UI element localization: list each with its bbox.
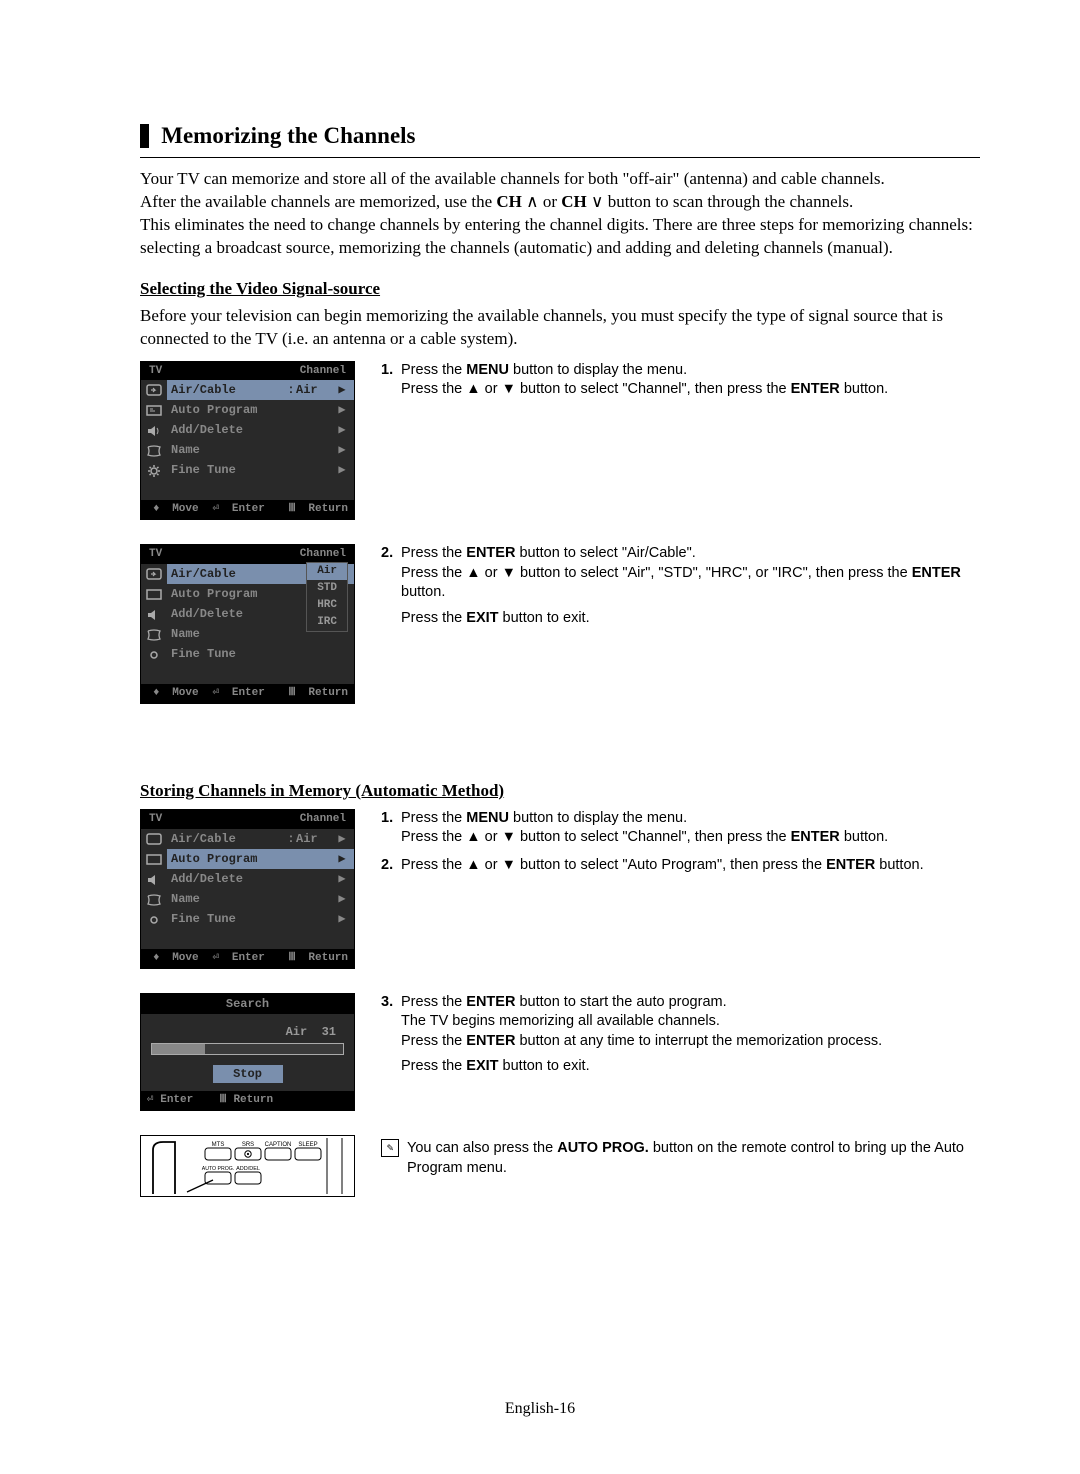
section1-intro: Before your television can begin memoriz… [140,305,980,351]
osd-search-channel: 31 [322,1025,336,1039]
up-arrow-icon: ▲ [466,381,480,397]
osd-item-aircable: Air/Cable:Air▶ [167,380,354,400]
sound-icon [145,608,163,622]
heading-bar-icon [140,124,149,148]
picture-icon [145,588,163,602]
channel-icon [145,893,163,907]
up-arrow-icon: ▲ [466,829,480,845]
intro-line-2b: button to scan through the channels. [603,192,853,211]
osd-item-aircable: Air/Cable:Air▶ [167,829,354,849]
setup-icon [145,913,163,927]
input-icon [145,568,163,582]
intro-ch-1: CH [496,192,522,211]
intro-line-4: selecting a broadcast source, memorizing… [140,238,893,257]
osd-footer-3: ♦ Move⏎ EnterⅢ Return [141,949,354,968]
osd-aircable-popup: Air STD HRC IRC [306,562,348,631]
remote-label-adddel: ADD/DEL [236,1166,260,1172]
intro-or: or [539,192,562,211]
step-number: 1. [381,361,401,400]
osd-tv-label: TV [149,364,162,379]
remote-label-autoprog: AUTO PROG. [202,1166,234,1172]
input-icon [145,833,163,847]
subheading-signal-source: Selecting the Video Signal-source [140,278,980,301]
osd-item-name: Name▶ [167,889,354,909]
intro-line-1: Your TV can memorize and store all of th… [140,169,885,188]
channel-icon [145,628,163,642]
osd-item-finetune: Fine Tune▶ [167,460,354,480]
sound-icon [145,424,163,438]
channel-icon [145,444,163,458]
osd-channel-menu-3: TVChannel Air/Cable:Air▶ Auto Program▶ A… [140,809,355,969]
osd-item-name: Name▶ [167,440,354,460]
remote-control-illustration: MTS SRS CAPTION SLEEP AUTO PROG. ADD/DEL [140,1135,355,1197]
ch-down-icon: ∨ [591,192,603,211]
up-arrow-icon: ▲ [466,857,480,873]
osd-footer-1: ♦ Move⏎ EnterⅢ Return [141,500,354,519]
osd-item-autoprogram: Auto Program▶ [167,849,354,869]
section2-step2: 2. Press the ▲ or ▼ button to select "Au… [381,856,980,876]
osd-channel-label: Channel [300,364,346,379]
osd-search-footer: ⏎ EnterⅢ Return [141,1091,354,1110]
down-arrow-icon: ▼ [502,565,516,581]
intro-paragraph: Your TV can memorize and store all of th… [140,168,980,260]
down-arrow-icon: ▼ [502,857,516,873]
osd-channel-menu-2: TVChannel Air/Cable: Auto Program Add/De… [140,544,355,704]
remote-label-caption: CAPTION [265,1142,292,1148]
section2-step1: 1. Press the MENU button to display the … [381,809,980,848]
input-icon [145,384,163,398]
note-icon: ✎ [381,1139,399,1157]
remote-label-sleep: SLEEP [298,1142,317,1148]
page-number: English-16 [0,1398,1080,1420]
osd-item-finetune: Fine Tune▶ [167,909,354,929]
osd-search-title: Search [141,994,354,1014]
step-number: 1. [381,809,401,848]
section2-step3: 3. Press the ENTER button to start the a… [381,993,980,1077]
popup-option-std: STD [307,580,347,597]
ch-up-icon: ∧ [526,192,538,211]
popup-option-hrc: HRC [307,597,347,614]
section1-step1: 1. Press the MENU button to display the … [381,361,980,400]
osd-stop-button: Stop [213,1065,283,1083]
popup-option-irc: IRC [307,614,347,631]
intro-line-3: This eliminates the need to change chann… [140,215,973,234]
remote-label-srs: SRS [242,1142,254,1148]
osd-search-panel: Search Air 31 Stop ⏎ EnterⅢ Return [140,993,355,1111]
down-arrow-icon: ▼ [502,829,516,845]
osd-channel-menu-1: TV Channel Air/Cable:Air▶ Auto Program▶ A… [140,361,355,521]
section1-step2: 2. Press the ENTER button to select "Air… [381,544,980,628]
setup-icon [145,464,163,478]
popup-option-air: Air [307,563,347,580]
picture-icon [145,853,163,867]
picture-icon [145,404,163,418]
osd-item-adddelete: Add/Delete▶ [167,420,354,440]
osd-item-autoprogram: Auto Program▶ [167,400,354,420]
osd-search-source: Air [286,1025,308,1039]
up-arrow-icon: ▲ [466,565,480,581]
step-number: 2. [381,544,401,628]
intro-line-2a: After the available channels are memoriz… [140,192,496,211]
step-number: 3. [381,993,401,1077]
osd-item-blank [167,480,354,500]
osd-item-finetune: Fine Tune [167,644,354,664]
intro-ch-2: CH [561,192,587,211]
down-arrow-icon: ▼ [502,381,516,397]
sound-icon [145,873,163,887]
osd-item-adddelete: Add/Delete▶ [167,869,354,889]
note-auto-prog: ✎ You can also press the AUTO PROG. butt… [381,1139,980,1178]
heading-rule [140,157,980,158]
osd-search-progress [151,1043,344,1055]
step-number: 2. [381,856,401,876]
page-title: Memorizing the Channels [161,120,415,151]
remote-label-mts: MTS [212,1142,225,1148]
subheading-storing: Storing Channels in Memory (Automatic Me… [140,780,980,803]
osd-footer-2: ♦ Move⏎ EnterⅢ Return [141,684,354,703]
setup-icon [145,648,163,662]
section-heading: Memorizing the Channels [140,120,980,151]
